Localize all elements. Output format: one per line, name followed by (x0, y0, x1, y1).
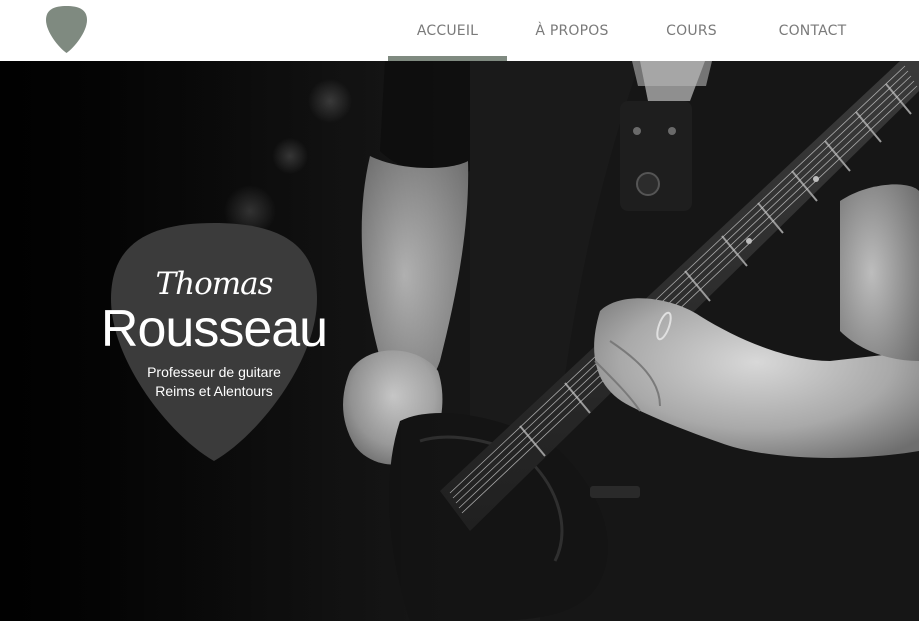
subtitle-location: Reims et Alentours (155, 383, 273, 399)
nav-item-contact[interactable]: CONTACT (746, 0, 879, 61)
nav-item-accueil[interactable]: ACCUEIL (388, 0, 507, 61)
guitar-pick-icon[interactable] (45, 5, 88, 54)
nav-item-cours[interactable]: COURS (637, 0, 746, 61)
first-name: Thomas (155, 266, 273, 302)
main-nav: ACCUEIL À PROPOS COURS CONTACT (388, 0, 879, 61)
nav-item-a-propos[interactable]: À PROPOS (507, 0, 637, 61)
last-name: Rousseau (100, 300, 328, 358)
hero-section: Thomas Rousseau Professeur de guitare Re… (0, 61, 919, 621)
name-pick-badge: Thomas Rousseau Professeur de guitare Re… (101, 221, 328, 463)
page: ACCUEIL À PROPOS COURS CONTACT Thomas Ro… (0, 0, 919, 621)
site-header: ACCUEIL À PROPOS COURS CONTACT (0, 0, 919, 61)
subtitle-profession: Professeur de guitare (147, 364, 281, 380)
